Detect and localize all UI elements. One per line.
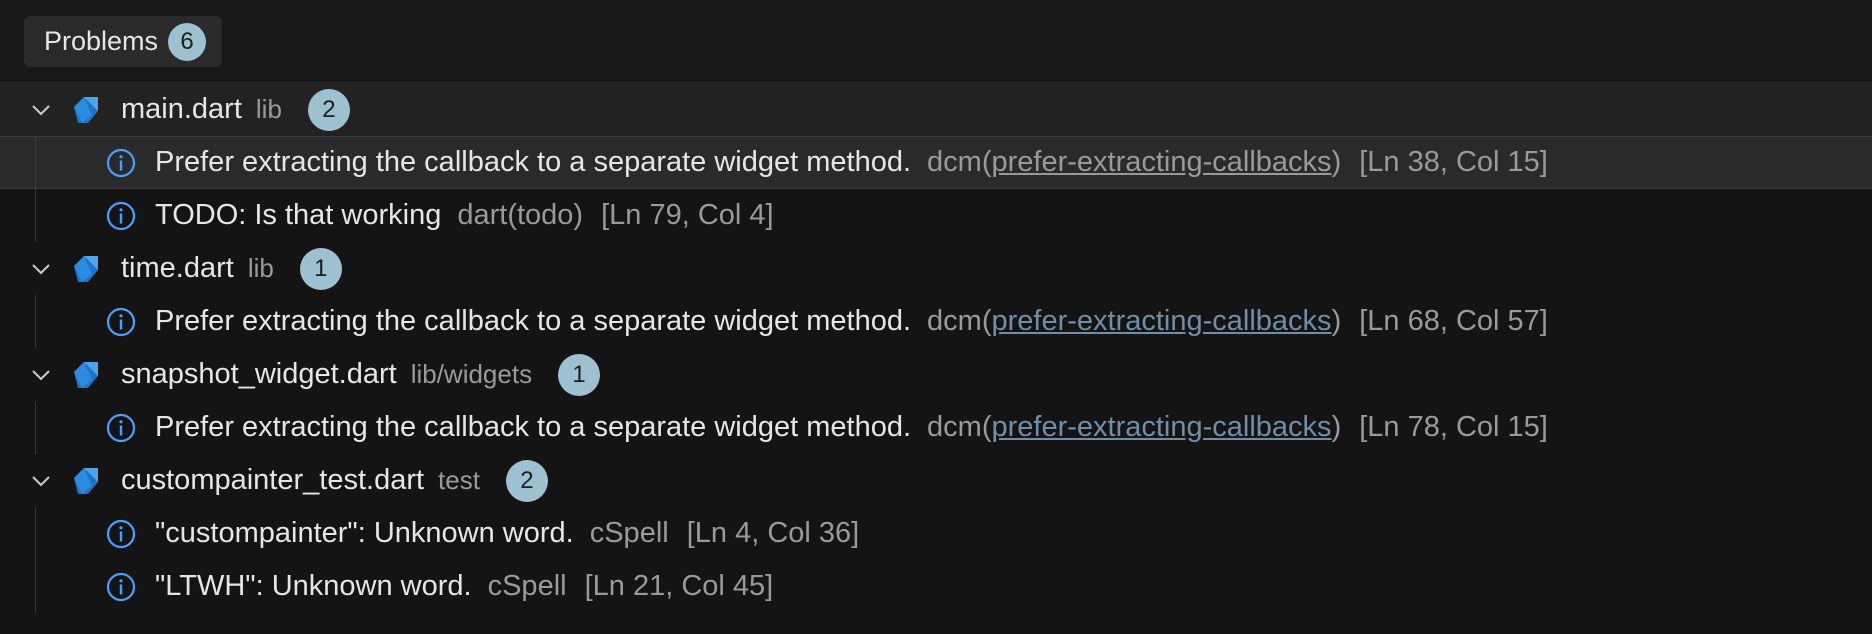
tree-guide — [35, 560, 36, 613]
dart-file-icon — [74, 96, 98, 123]
problem-message: Prefer extracting the callback to a sepa… — [155, 411, 912, 443]
problem-source-prefix: dcm( — [927, 146, 992, 178]
file-row-custompainter-test-dart[interactable]: custompainter_test.dart test 2 — [0, 454, 1872, 507]
problem-row[interactable]: Prefer extracting the callback to a sepa… — [0, 401, 1872, 454]
file-row-main-dart[interactable]: main.dart lib 2 — [0, 83, 1872, 136]
problem-row[interactable]: "custompainter": Unknown word. cSpell [L… — [0, 507, 1872, 560]
file-count-badge: 1 — [299, 247, 342, 290]
file-dir: lib — [255, 94, 282, 124]
problem-message-line: "custompainter": Unknown word. cSpell [L… — [155, 517, 859, 550]
problem-message: "custompainter": Unknown word. — [155, 517, 574, 549]
problem-source-suffix: ) — [1331, 411, 1342, 443]
tree-guide — [35, 295, 36, 348]
file-dir: lib — [247, 253, 274, 283]
problem-code-link[interactable]: prefer-extracting-callbacks — [991, 305, 1331, 337]
dart-file-icon — [74, 467, 98, 494]
file-label: snapshot_widget.dart lib/widgets 1 — [121, 353, 601, 396]
problem-message-line: TODO: Is that working dart(todo) [Ln 79,… — [155, 199, 774, 232]
dart-file-icon — [74, 361, 98, 388]
problem-location: [Ln 4, Col 36] — [686, 517, 860, 549]
problem-message-line: "LTWH": Unknown word. cSpell [Ln 21, Col… — [155, 570, 773, 603]
problem-source: cSpell — [589, 517, 669, 549]
file-count-badge: 2 — [505, 459, 548, 502]
problem-code-link[interactable]: prefer-extracting-callbacks — [991, 411, 1331, 443]
info-icon — [106, 307, 136, 336]
problem-source: dcm(prefer-extracting-callbacks) — [927, 305, 1341, 338]
tab-problems[interactable]: Problems 6 — [24, 16, 223, 67]
problem-source-suffix: ) — [1331, 146, 1342, 178]
problems-tree: main.dart lib 2 Prefer extracting the ca… — [0, 83, 1872, 634]
tree-guide — [35, 137, 36, 188]
problem-location: [Ln 68, Col 57] — [1359, 305, 1548, 337]
problem-source-prefix: dcm( — [927, 411, 992, 443]
problem-row[interactable]: Prefer extracting the callback to a sepa… — [0, 295, 1872, 348]
tree-guide — [35, 401, 36, 454]
problem-source-suffix: ) — [1331, 305, 1342, 337]
info-icon — [106, 148, 136, 177]
info-icon — [106, 413, 136, 442]
problem-source: dcm(prefer-extracting-callbacks) — [927, 411, 1341, 444]
tree-guide — [35, 189, 36, 242]
chevron-down-icon[interactable] — [26, 254, 56, 284]
problem-location: [Ln 79, Col 4] — [601, 199, 774, 231]
info-icon — [106, 201, 136, 230]
problems-count-badge: 6 — [168, 22, 207, 61]
problem-row[interactable]: "LTWH": Unknown word. cSpell [Ln 21, Col… — [0, 560, 1872, 613]
problem-row[interactable]: Prefer extracting the callback to a sepa… — [0, 136, 1872, 189]
problem-source: dcm(prefer-extracting-callbacks) — [927, 146, 1341, 179]
file-dir: test — [438, 465, 480, 495]
file-name: main.dart — [121, 93, 242, 125]
file-label: custompainter_test.dart test 2 — [121, 459, 548, 502]
problem-message-line: Prefer extracting the callback to a sepa… — [155, 411, 1548, 444]
file-row-time-dart[interactable]: time.dart lib 1 — [0, 242, 1872, 295]
file-name: time.dart — [121, 252, 234, 284]
tree-guide — [35, 507, 36, 560]
problem-message: TODO: Is that working — [155, 199, 442, 231]
chevron-down-icon[interactable] — [26, 466, 56, 496]
problem-location: [Ln 78, Col 15] — [1359, 411, 1548, 443]
file-count-badge: 2 — [307, 88, 350, 131]
problem-message: Prefer extracting the callback to a sepa… — [155, 146, 912, 178]
file-row-snapshot-widget-dart[interactable]: snapshot_widget.dart lib/widgets 1 — [0, 348, 1872, 401]
file-count-badge: 1 — [558, 353, 601, 396]
file-label: time.dart lib 1 — [121, 247, 342, 290]
problem-code-link[interactable]: prefer-extracting-callbacks — [991, 146, 1331, 178]
problem-message: "LTWH": Unknown word. — [155, 570, 472, 602]
dart-file-icon — [74, 255, 98, 282]
problem-row[interactable]: TODO: Is that working dart(todo) [Ln 79,… — [0, 189, 1872, 242]
info-icon — [106, 572, 136, 601]
file-label: main.dart lib 2 — [121, 88, 350, 131]
problem-source: cSpell — [487, 570, 567, 602]
chevron-down-icon[interactable] — [26, 95, 56, 125]
problem-source-prefix: dcm( — [927, 305, 992, 337]
problem-location: [Ln 38, Col 15] — [1359, 146, 1548, 178]
tab-label: Problems — [44, 26, 159, 56]
file-dir: lib/widgets — [410, 359, 533, 389]
file-name: custompainter_test.dart — [121, 464, 425, 496]
problem-message-line: Prefer extracting the callback to a sepa… — [155, 146, 1548, 179]
problem-source: dart(todo) — [457, 199, 584, 231]
panel-header: Problems 6 — [0, 0, 1872, 83]
problem-message-line: Prefer extracting the callback to a sepa… — [155, 305, 1548, 338]
info-icon — [106, 519, 136, 548]
problem-message: Prefer extracting the callback to a sepa… — [155, 305, 912, 337]
file-name: snapshot_widget.dart — [121, 358, 397, 390]
problem-location: [Ln 21, Col 45] — [584, 570, 774, 602]
chevron-down-icon[interactable] — [26, 360, 56, 390]
